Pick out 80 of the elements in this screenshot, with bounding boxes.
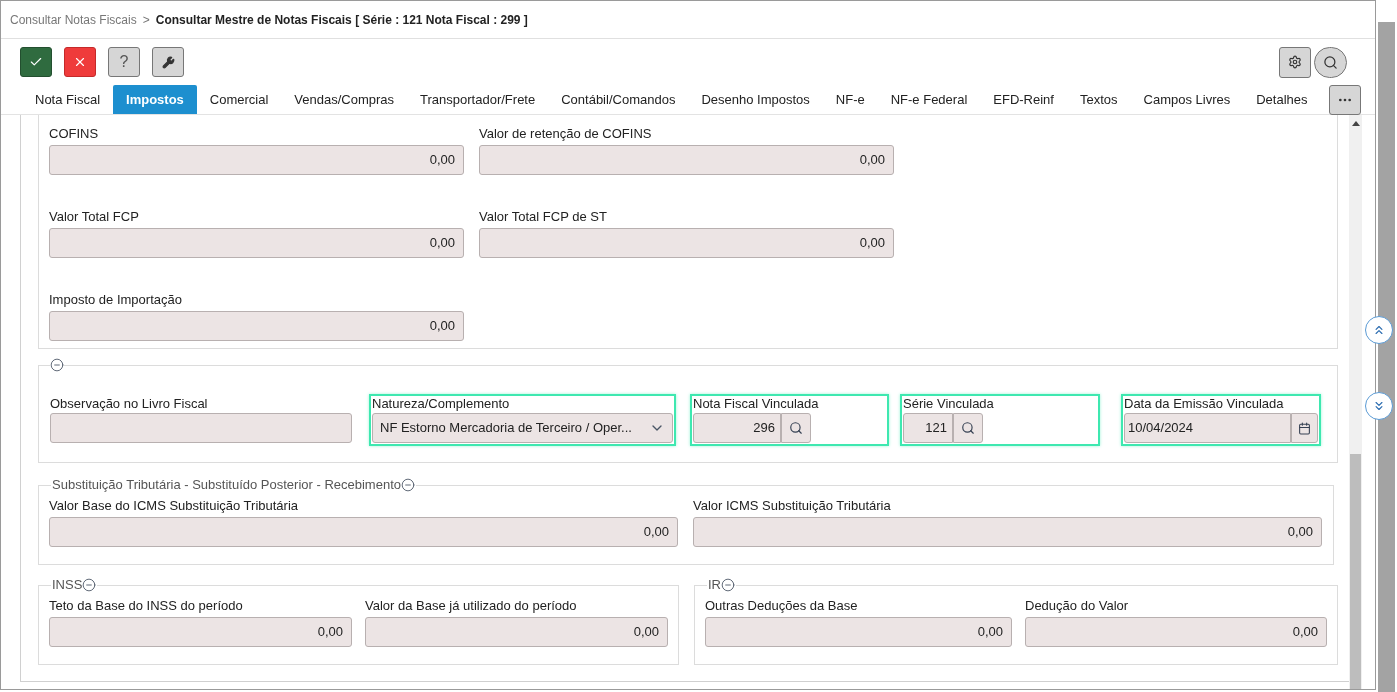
field-label: COFINS: [49, 126, 100, 142]
number-field[interactable]: 0,00: [49, 517, 678, 547]
tab[interactable]: EFD-Reinf: [980, 85, 1067, 114]
field-label: Série Vinculada: [903, 396, 995, 412]
field-label: Imposto de Importação: [49, 292, 183, 308]
fieldset-title: INSS: [52, 577, 83, 593]
breadcrumb-link[interactable]: Consultar Notas Fiscais: [10, 10, 137, 29]
tab[interactable]: Textos: [1066, 85, 1131, 114]
collapse-icon[interactable]: [82, 578, 97, 592]
tab[interactable]: Contábil/Comandos: [548, 85, 689, 114]
field-label: Dedução do Valor: [1025, 598, 1130, 614]
search-icon: [1323, 54, 1338, 70]
number-field[interactable]: 0,00: [479, 228, 894, 258]
date-field[interactable]: 10/04/2024: [1124, 413, 1291, 443]
number-field[interactable]: 0,00: [49, 311, 464, 341]
field-label: Nota Fiscal Vinculada: [693, 396, 820, 412]
search-icon: [961, 421, 975, 435]
number-field[interactable]: 296: [693, 413, 781, 443]
collapse-icon[interactable]: [401, 478, 415, 492]
tab[interactable]: Nota Fiscal: [22, 85, 114, 114]
help-button[interactable]: ?: [108, 47, 140, 77]
field-label: Valor Base do ICMS Substituição Tributária: [49, 498, 300, 514]
double-chevron-up-icon: [1372, 323, 1386, 337]
tab[interactable]: Comercial: [196, 85, 282, 114]
number-field[interactable]: 0,00: [479, 145, 894, 175]
select-field[interactable]: NF Estorno Mercadoria de Terceiro / Oper...: [372, 413, 673, 443]
settings-icon: [1288, 55, 1302, 69]
close-icon: [73, 55, 87, 69]
field-label: Valor Total FCP: [49, 209, 140, 225]
collapse-icon[interactable]: [50, 358, 64, 372]
confirm-button[interactable]: [20, 47, 52, 77]
field-label: Data da Emissão Vinculada: [1124, 396, 1285, 412]
calendar-button[interactable]: [1291, 413, 1318, 443]
tab[interactable]: Desenho Impostos: [688, 85, 823, 114]
field-label: Valor da Base já utilizado do período: [365, 598, 578, 614]
number-field[interactable]: 0,00: [693, 517, 1322, 547]
number-field[interactable]: 0,00: [49, 145, 464, 175]
number-field[interactable]: 0,00: [49, 617, 352, 647]
number-field[interactable]: 0,00: [365, 617, 668, 647]
scroll-bottom-button[interactable]: [1365, 392, 1393, 420]
search-button[interactable]: [781, 413, 811, 443]
tab[interactable]: NF-e: [822, 85, 878, 114]
search-icon: [789, 421, 803, 435]
page-title: Consultar Mestre de Notas Fiscais [ Série : 121 Nota Fiscal : 299 ]: [155, 11, 528, 29]
search-button[interactable]: [1314, 46, 1347, 78]
tab[interactable]: Transportador/Frete: [407, 85, 549, 114]
double-chevron-down-icon: [1372, 399, 1386, 413]
field-label: Outras Deduções da Base: [705, 598, 859, 614]
tools-button[interactable]: [152, 47, 184, 77]
tab[interactable]: Impostos: [113, 85, 197, 114]
search-button[interactable]: [953, 413, 983, 443]
number-field[interactable]: 0,00: [705, 617, 1012, 647]
cancel-button[interactable]: [64, 47, 96, 77]
number-field[interactable]: 0,00: [49, 228, 464, 258]
scrollbar[interactable]: [1349, 115, 1363, 689]
scrollbar[interactable]: [1378, 22, 1395, 692]
field-label: Natureza/Complemento: [372, 396, 511, 412]
check-icon: [29, 55, 43, 69]
wrench-icon: [161, 55, 175, 69]
field-label: Teto da Base do INSS do período: [49, 598, 244, 614]
more-button[interactable]: [1329, 85, 1361, 115]
number-field[interactable]: 0,00: [1025, 617, 1327, 647]
fieldset-title: Substituição Tributária - Substituído Posterior - Recebimento: [52, 477, 401, 493]
tab[interactable]: Vendas/Compras: [281, 85, 408, 114]
field-label: Valor Total FCP de ST: [479, 209, 608, 225]
settings-button[interactable]: [1279, 46, 1311, 78]
tab[interactable]: Detalhes: [1243, 85, 1321, 114]
tab[interactable]: Campos Livres: [1130, 85, 1244, 114]
field-label: Valor de retenção de COFINS: [479, 126, 653, 142]
calendar-icon: [1298, 421, 1311, 435]
scroll-top-button[interactable]: [1365, 316, 1393, 344]
fieldset-title: IR: [708, 577, 721, 593]
breadcrumb-separator: >: [142, 11, 150, 29]
field-label: Observação no Livro Fiscal: [50, 396, 209, 412]
number-field[interactable]: 121: [903, 413, 953, 443]
collapse-icon[interactable]: [721, 578, 735, 592]
tab[interactable]: NF-e Federal: [877, 85, 981, 114]
text-field[interactable]: [50, 413, 352, 443]
field-label: Valor ICMS Substituição Tributária: [693, 498, 892, 514]
scroll-up-icon[interactable]: [1351, 120, 1360, 126]
